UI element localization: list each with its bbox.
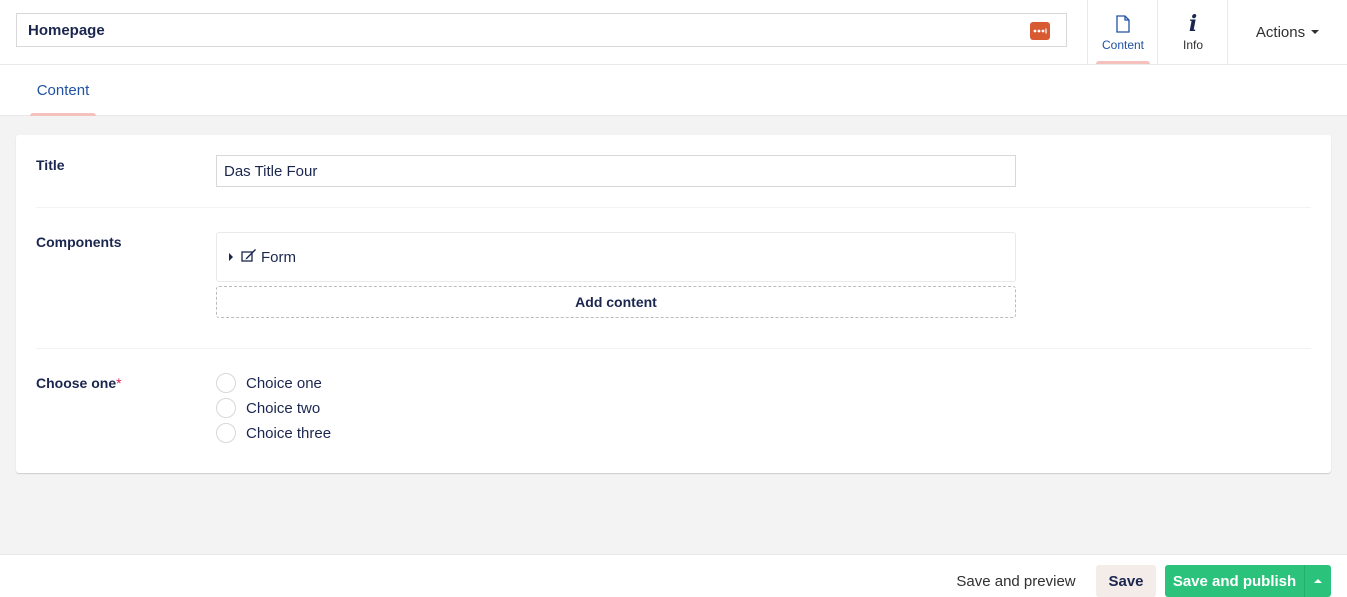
save-and-preview-button[interactable]: Save and preview: [946, 565, 1086, 597]
choose-one-label: Choose one*: [36, 375, 122, 391]
radio-label: Choice three: [246, 424, 332, 442]
save-and-publish-label: Save and publish: [1172, 572, 1297, 590]
header-app-info-label: Info: [1182, 38, 1203, 52]
properties-card: Title Das Title Four Components Form Add…: [16, 135, 1331, 473]
radio-label: Choice one: [246, 374, 322, 392]
publish-options-button[interactable]: [1304, 565, 1331, 597]
more-options-icon[interactable]: [1030, 22, 1050, 40]
components-label: Components: [36, 234, 122, 250]
tab-content[interactable]: Content: [30, 65, 96, 116]
title-input-value: Das Title Four: [224, 162, 318, 180]
radio-choice-one[interactable]: Choice one: [216, 373, 322, 393]
actions-label: Actions: [1255, 23, 1306, 41]
add-content-button[interactable]: Add content: [216, 286, 1016, 318]
content-tabs: Content: [0, 65, 1347, 116]
header-app-content[interactable]: Content: [1087, 0, 1158, 64]
save-and-publish-button[interactable]: Save and publish: [1165, 565, 1304, 597]
expand-caret-icon[interactable]: [229, 253, 233, 261]
tab-content-label: Content: [36, 81, 90, 99]
radio-circle[interactable]: [216, 373, 236, 393]
title-label: Title: [36, 157, 65, 173]
editor-footer: Save and preview Save Save and publish: [0, 554, 1347, 597]
document-icon: [1116, 12, 1130, 36]
radio-label: Choice two: [246, 399, 321, 417]
editor-header: Homepage Content i Info Actions: [0, 0, 1347, 65]
radio-choice-three[interactable]: Choice three: [216, 423, 331, 443]
active-tab-indicator: [30, 113, 96, 116]
caret-down-icon: [1311, 30, 1320, 34]
info-icon: i: [1188, 11, 1198, 37]
divider: [36, 348, 1311, 349]
title-input[interactable]: Das Title Four: [216, 155, 1016, 187]
required-marker: *: [116, 375, 122, 391]
page-name-input[interactable]: Homepage: [16, 13, 1067, 47]
header-app-content-label: Content: [1101, 38, 1145, 52]
radio-circle[interactable]: [216, 398, 236, 418]
header-app-info[interactable]: i Info: [1157, 0, 1228, 64]
save-button[interactable]: Save: [1096, 565, 1156, 597]
active-app-indicator: [1096, 61, 1150, 64]
add-content-label: Add content: [575, 294, 657, 310]
radio-circle[interactable]: [216, 423, 236, 443]
choose-one-label-text: Choose one: [36, 375, 117, 391]
form-icon: [241, 248, 257, 266]
save-and-preview-label: Save and preview: [956, 572, 1076, 590]
caret-up-icon: [1314, 579, 1322, 583]
block-item-form[interactable]: Form: [216, 232, 1016, 282]
radio-choice-two[interactable]: Choice two: [216, 398, 320, 418]
block-item-label: Form: [261, 248, 296, 266]
actions-dropdown[interactable]: Actions: [1227, 0, 1347, 64]
save-label: Save: [1108, 572, 1144, 590]
page-name-text: Homepage: [28, 21, 105, 39]
divider: [36, 207, 1311, 208]
